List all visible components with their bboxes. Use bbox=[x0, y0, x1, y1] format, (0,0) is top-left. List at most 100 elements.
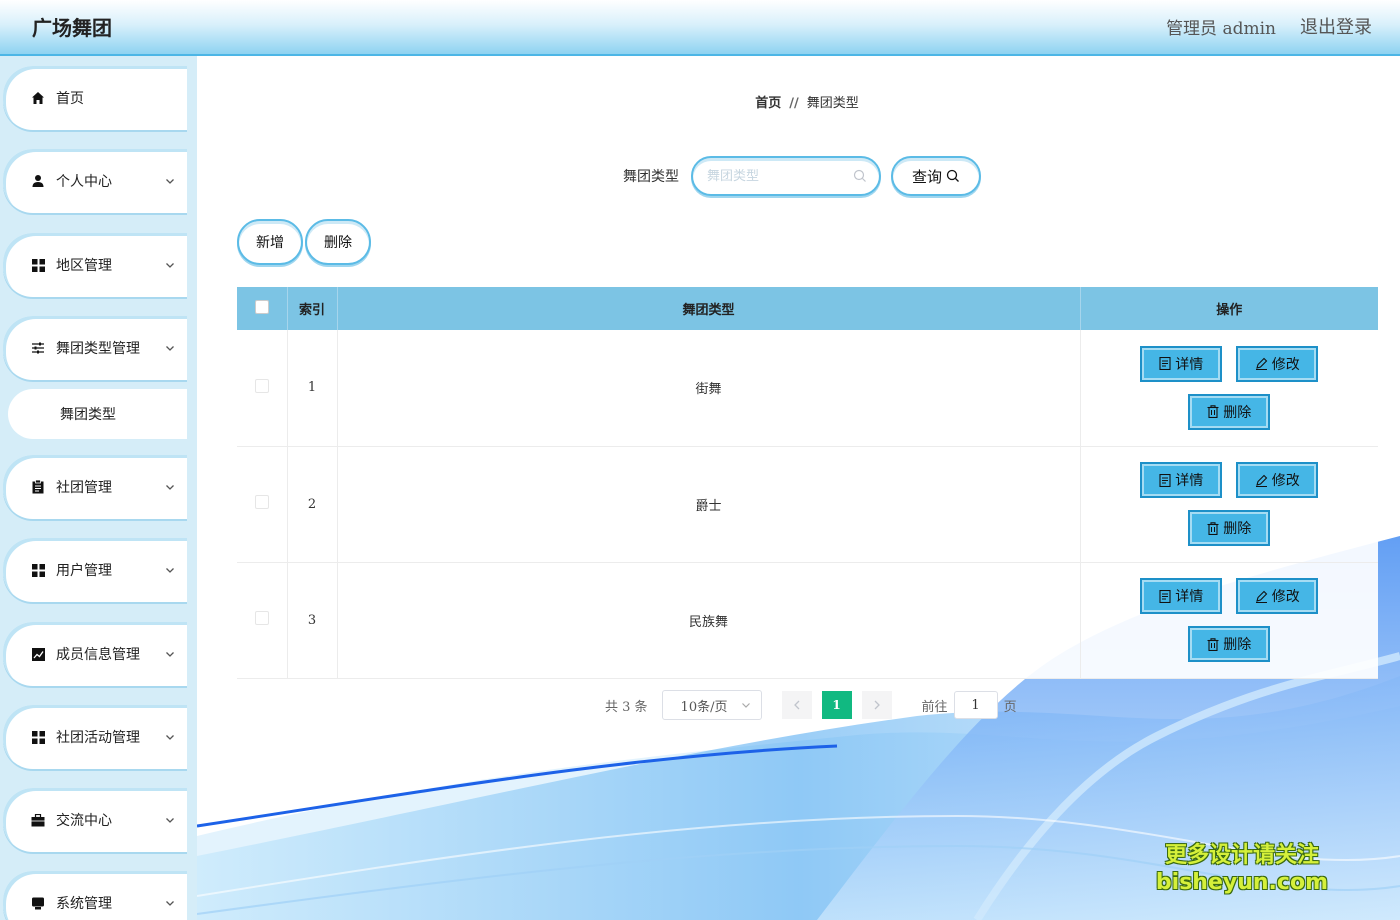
table-row: 1 街舞 详情 修改 删除 bbox=[237, 330, 1378, 446]
sidebar-item-label: 地区管理 bbox=[56, 255, 165, 275]
home-icon bbox=[30, 90, 46, 106]
detail-button[interactable]: 详情 bbox=[1140, 578, 1222, 614]
chevron-right-icon bbox=[873, 700, 881, 710]
grid-icon bbox=[30, 729, 46, 745]
row-ops: 详情 修改 删除 bbox=[1080, 562, 1378, 678]
chevron-left-icon bbox=[793, 700, 801, 710]
edit-button-label: 修改 bbox=[1272, 586, 1300, 606]
watermark: 更多设计请关注 bisheyun.com bbox=[1156, 842, 1328, 896]
detail-button-label: 详情 bbox=[1175, 354, 1203, 374]
column-header-ops: 操作 bbox=[1080, 287, 1378, 330]
prev-page-button[interactable] bbox=[782, 691, 812, 719]
sidebar-item-troupe-type-mgmt[interactable]: 舞团类型管理 bbox=[3, 316, 187, 380]
pagination-total: 共 3 条 bbox=[605, 696, 648, 715]
sidebar-subitem-troupe-type[interactable]: 舞团类型 bbox=[8, 389, 187, 439]
sidebar-item-label: 系统管理 bbox=[56, 893, 165, 913]
trash-icon bbox=[1207, 522, 1219, 535]
row-index: 1 bbox=[287, 330, 337, 446]
detail-button-label: 详情 bbox=[1175, 586, 1203, 606]
select-all-checkbox[interactable] bbox=[255, 300, 269, 314]
breadcrumb-home[interactable]: 首页 bbox=[755, 96, 781, 111]
goto-suffix: 页 bbox=[1004, 696, 1017, 715]
delete-button[interactable]: 删除 bbox=[1188, 394, 1270, 430]
page-number-current[interactable]: 1 bbox=[822, 691, 852, 719]
edit-button[interactable]: 修改 bbox=[1236, 578, 1318, 614]
goto-page: 前往 页 bbox=[922, 691, 1017, 719]
edit-button[interactable]: 修改 bbox=[1236, 462, 1318, 498]
chevron-down-icon bbox=[165, 732, 175, 742]
row-checkbox-cell bbox=[237, 562, 287, 678]
edit-icon bbox=[1255, 590, 1268, 603]
trash-icon bbox=[1207, 638, 1219, 651]
document-icon bbox=[1159, 357, 1171, 370]
search-row: 舞团类型 查询 bbox=[623, 156, 981, 196]
row-checkbox[interactable] bbox=[255, 495, 269, 509]
row-type: 街舞 bbox=[337, 330, 1080, 446]
detail-button[interactable]: 详情 bbox=[1140, 462, 1222, 498]
search-icon bbox=[946, 169, 960, 183]
sidebar-item-user[interactable]: 用户管理 bbox=[3, 538, 187, 602]
sidebar: 首页 个人中心 地区管理 舞团类型管理 舞团类型 社团管理 用户管理 成员信息管… bbox=[0, 56, 197, 920]
row-ops: 详情 修改 删除 bbox=[1080, 446, 1378, 562]
search-icon bbox=[853, 169, 867, 183]
admin-label: 管理员 admin bbox=[1166, 14, 1276, 39]
device-icon bbox=[30, 895, 46, 911]
sidebar-item-exchange[interactable]: 交流中心 bbox=[3, 788, 187, 852]
select-all-cell bbox=[237, 287, 287, 330]
search-input[interactable] bbox=[707, 169, 853, 184]
chevron-down-icon bbox=[165, 898, 175, 908]
edit-button[interactable]: 修改 bbox=[1236, 346, 1318, 382]
sidebar-item-club-activity[interactable]: 社团活动管理 bbox=[3, 705, 187, 769]
goto-page-input[interactable] bbox=[954, 691, 998, 719]
row-type: 民族舞 bbox=[337, 562, 1080, 678]
breadcrumb-current: 舞团类型 bbox=[807, 96, 859, 111]
watermark-line2: bisheyun.com bbox=[1156, 869, 1328, 896]
table-row: 2 爵士 详情 修改 删除 bbox=[237, 446, 1378, 562]
chevron-down-icon bbox=[165, 482, 175, 492]
chevron-down-icon bbox=[165, 176, 175, 186]
sidebar-item-club[interactable]: 社团管理 bbox=[3, 455, 187, 519]
user-icon bbox=[30, 173, 46, 189]
sidebar-item-label: 社团管理 bbox=[56, 477, 165, 497]
sidebar-item-label: 社团活动管理 bbox=[56, 727, 165, 747]
row-checkbox-cell bbox=[237, 446, 287, 562]
row-type: 爵士 bbox=[337, 446, 1080, 562]
breadcrumb: 首页//舞团类型 bbox=[197, 92, 1400, 111]
grid-icon bbox=[30, 257, 46, 273]
watermark-line1: 更多设计请关注 bbox=[1156, 842, 1328, 869]
query-button-label: 查询 bbox=[912, 166, 942, 187]
sidebar-item-label: 成员信息管理 bbox=[56, 644, 165, 664]
logout-link[interactable]: 退出登录 bbox=[1300, 13, 1372, 39]
page-size-select[interactable]: 10条/页 bbox=[662, 690, 762, 720]
table-row: 3 民族舞 详情 修改 删除 bbox=[237, 562, 1378, 678]
edit-icon bbox=[1255, 357, 1268, 370]
query-button[interactable]: 查询 bbox=[891, 156, 981, 196]
sidebar-item-region[interactable]: 地区管理 bbox=[3, 233, 187, 297]
sidebar-item-label: 舞团类型管理 bbox=[56, 338, 165, 358]
edit-button-label: 修改 bbox=[1272, 354, 1300, 374]
search-box[interactable] bbox=[691, 156, 881, 196]
delete-button[interactable]: 删除 bbox=[1188, 510, 1270, 546]
row-checkbox[interactable] bbox=[255, 379, 269, 393]
next-page-button[interactable] bbox=[862, 691, 892, 719]
search-label: 舞团类型 bbox=[623, 166, 679, 186]
data-table: 索引 舞团类型 操作 1 街舞 详情 修改 删除 2 bbox=[237, 287, 1378, 679]
add-button[interactable]: 新增 bbox=[237, 219, 303, 265]
edit-button-label: 修改 bbox=[1272, 470, 1300, 490]
sidebar-item-system[interactable]: 系统管理 bbox=[3, 871, 187, 920]
detail-button[interactable]: 详情 bbox=[1140, 346, 1222, 382]
sidebar-item-personal[interactable]: 个人中心 bbox=[3, 149, 187, 213]
table-header-row: 索引 舞团类型 操作 bbox=[237, 287, 1378, 330]
batch-delete-button[interactable]: 删除 bbox=[305, 219, 371, 265]
delete-button-label: 删除 bbox=[1223, 518, 1251, 538]
main-content: 首页//舞团类型 舞团类型 查询 新增 删除 索引 舞团类型 操作 1 bbox=[197, 56, 1400, 920]
row-index: 2 bbox=[287, 446, 337, 562]
chevron-down-icon bbox=[165, 565, 175, 575]
chevron-down-icon bbox=[165, 260, 175, 270]
sidebar-item-member-info[interactable]: 成员信息管理 bbox=[3, 622, 187, 686]
row-checkbox[interactable] bbox=[255, 611, 269, 625]
sidebar-item-home[interactable]: 首页 bbox=[3, 66, 187, 130]
sliders-icon bbox=[30, 340, 46, 356]
delete-button[interactable]: 删除 bbox=[1188, 626, 1270, 662]
trash-icon bbox=[1207, 405, 1219, 418]
